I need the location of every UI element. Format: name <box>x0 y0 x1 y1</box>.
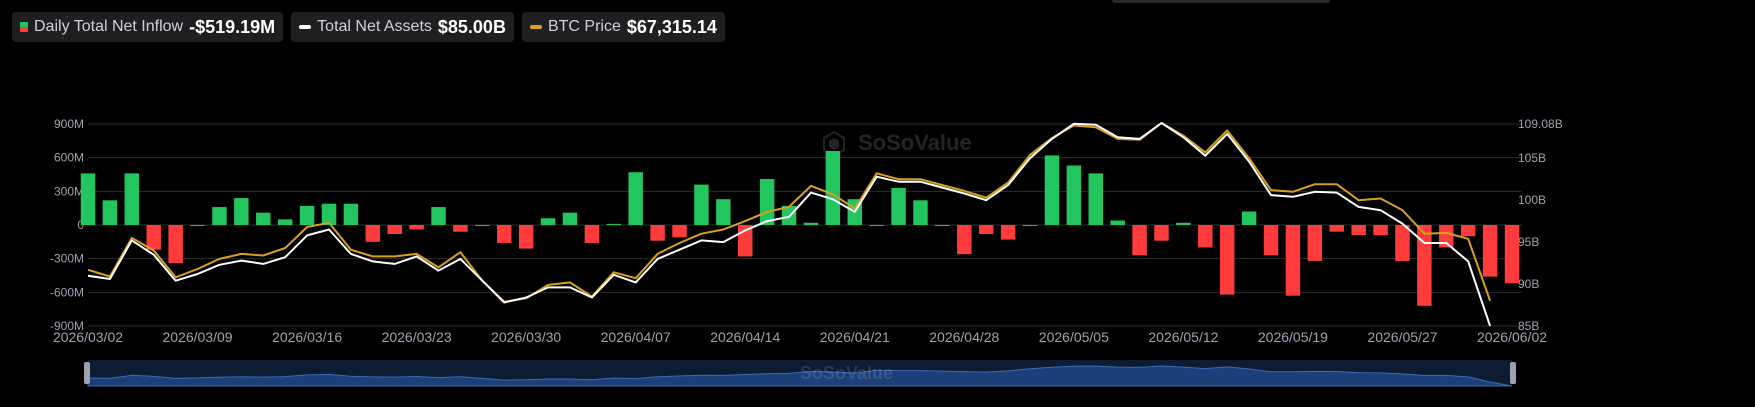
inflow-bar <box>146 225 161 250</box>
inflow-bar <box>80 173 96 225</box>
y-right-tick: 100B <box>1518 193 1546 207</box>
watermark-brand: SoSoValue <box>858 130 972 155</box>
y-axis-right: 109.08B105B100B95B90B85B <box>1518 117 1563 333</box>
inflow-bar <box>1176 222 1191 225</box>
inflow-bar <box>1417 225 1432 306</box>
inflow-bar <box>168 225 183 264</box>
inflow-bar <box>1263 225 1279 256</box>
x-tick-label: 2026/05/12 <box>1148 329 1218 345</box>
inflow-bar <box>1351 225 1366 236</box>
y-left-tick: 300M <box>54 184 84 198</box>
x-tick-label: 2026/03/30 <box>491 329 561 345</box>
inflow-bar <box>584 225 600 243</box>
inflow-bar <box>1307 225 1323 261</box>
inflow-bar <box>387 225 402 234</box>
y-left-tick: 900M <box>54 117 84 131</box>
inflow-bar <box>803 222 819 225</box>
inflow-bar <box>869 225 884 226</box>
y-right-tick: 105B <box>1518 151 1546 165</box>
inflow-bar <box>497 225 512 243</box>
inflow-bar <box>1395 225 1410 261</box>
inflow-bar <box>694 184 709 225</box>
y-left-tick: 600M <box>54 151 84 165</box>
inflow-bar <box>1044 155 1060 225</box>
inflow-bar <box>1000 225 1016 240</box>
inflow-bar <box>1373 225 1388 236</box>
inflow-bar <box>1198 225 1213 248</box>
y-right-tick: 95B <box>1518 235 1539 249</box>
x-tick-label: 2026/03/16 <box>272 329 342 345</box>
inflow-bar <box>978 225 994 234</box>
inflow-bar <box>343 203 359 225</box>
inflow-bar <box>277 219 293 225</box>
x-tick-label: 2026/05/19 <box>1258 329 1328 345</box>
inflow-bar <box>891 187 906 225</box>
inflow-bar <box>957 225 972 255</box>
inflow-bars <box>80 150 1520 306</box>
inflow-bar <box>1504 225 1520 284</box>
inflow-bar <box>935 225 950 226</box>
inflow-bar <box>1241 211 1257 225</box>
inflow-bar <box>628 172 643 225</box>
inflow-bar <box>562 212 578 225</box>
x-axis: 2026/03/02 2026/03/09 2026/03/16 2026/03/23… <box>53 329 1547 345</box>
x-tick-label: 2026/05/05 <box>1039 329 1109 345</box>
inflow-bar <box>431 207 446 225</box>
x-tick-label: 2026/03/09 <box>162 329 232 345</box>
inflow-bar <box>1329 225 1344 232</box>
inflow-bar <box>1482 225 1498 277</box>
x-tick-label: 2026/06/02 <box>1477 329 1547 345</box>
inflow-bar <box>650 225 665 241</box>
inflow-bar <box>1285 225 1301 296</box>
y-right-tick: 90B <box>1518 277 1539 291</box>
x-tick-label: 2026/03/02 <box>53 329 123 345</box>
watermark: SoSoValue <box>823 130 972 158</box>
x-tick-label: 2026/04/07 <box>601 329 671 345</box>
inflow-bar <box>102 200 118 225</box>
inflow-bar <box>299 205 315 225</box>
inflow-bar <box>1132 225 1147 256</box>
x-tick-label: 2026/05/27 <box>1367 329 1437 345</box>
inflow-bar <box>606 223 622 225</box>
inflow-bar <box>234 198 249 225</box>
inflow-bar <box>759 178 775 225</box>
inflow-bar <box>212 207 227 225</box>
inflow-bar <box>1460 225 1476 237</box>
inflow-bar <box>913 200 928 225</box>
inflow-bar <box>453 225 468 232</box>
y-left-tick: -600M <box>50 285 84 299</box>
inflow-bar <box>190 225 205 226</box>
inflow-bar <box>475 225 490 226</box>
inflow-bar <box>409 225 424 230</box>
inflow-bar <box>1110 220 1125 225</box>
navigator[interactable]: SoSoValue <box>84 360 1516 387</box>
inflow-bar <box>672 225 687 238</box>
navigator-right-handle[interactable] <box>1510 362 1516 384</box>
inflow-bar <box>1154 225 1169 241</box>
y-right-tick: 109.08B <box>1518 117 1563 131</box>
inflow-bar <box>1066 165 1082 225</box>
inflow-bar <box>1088 173 1103 225</box>
inflow-bar <box>1219 225 1235 295</box>
inflow-bar <box>256 212 271 225</box>
navigator-left-handle[interactable] <box>84 362 90 384</box>
x-tick-label: 2026/04/14 <box>710 329 780 345</box>
navigator-watermark: SoSoValue <box>800 363 893 383</box>
y-left-tick: -300M <box>50 252 84 266</box>
y-axis-left: 900M600M300M0-300M-600M-900M <box>50 117 84 333</box>
inflow-bar <box>124 173 140 225</box>
x-tick-label: 2026/04/21 <box>820 329 890 345</box>
x-tick-label: 2026/03/23 <box>382 329 452 345</box>
inflow-bar <box>540 218 556 225</box>
inflow-bar <box>716 199 731 225</box>
x-tick-label: 2026/04/28 <box>929 329 999 345</box>
chart[interactable]: SoSoValue 900M600M300M0-300M-600M-900M 1… <box>0 0 1755 407</box>
inflow-bar <box>825 150 841 225</box>
inflow-bar <box>365 225 381 242</box>
inflow-bar <box>1022 225 1038 226</box>
inflow-bar <box>518 225 534 249</box>
